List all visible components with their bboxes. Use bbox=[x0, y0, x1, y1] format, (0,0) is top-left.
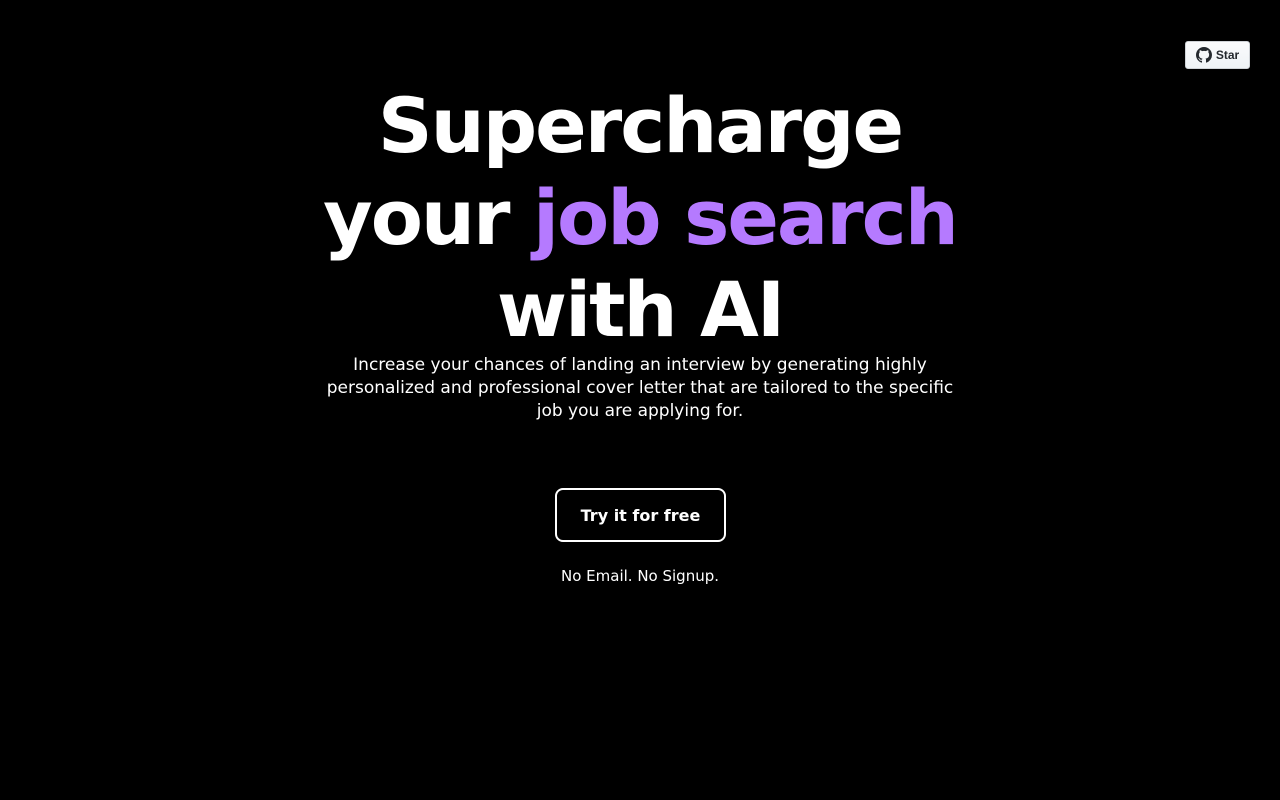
cta-note: No Email. No Signup. bbox=[561, 567, 719, 585]
github-star-label: Star bbox=[1215, 48, 1240, 62]
github-icon bbox=[1195, 47, 1212, 63]
github-star-button[interactable]: Star bbox=[1185, 41, 1250, 69]
hero-title-accent: job search bbox=[532, 173, 959, 262]
landing-page: Star Supercharge your job search with AI… bbox=[0, 0, 1280, 800]
try-for-free-button[interactable]: Try it for free bbox=[555, 488, 726, 542]
hero-title: Supercharge your job search with AI bbox=[0, 80, 1280, 356]
hero-subtitle: Increase your chances of landing an inte… bbox=[326, 355, 954, 421]
hero-title-prefix: your bbox=[323, 173, 533, 262]
hero-title-line-1: Supercharge bbox=[377, 81, 904, 170]
hero-title-line-3: with AI bbox=[496, 265, 785, 354]
hero-title-line-2: your job search bbox=[0, 172, 1280, 264]
